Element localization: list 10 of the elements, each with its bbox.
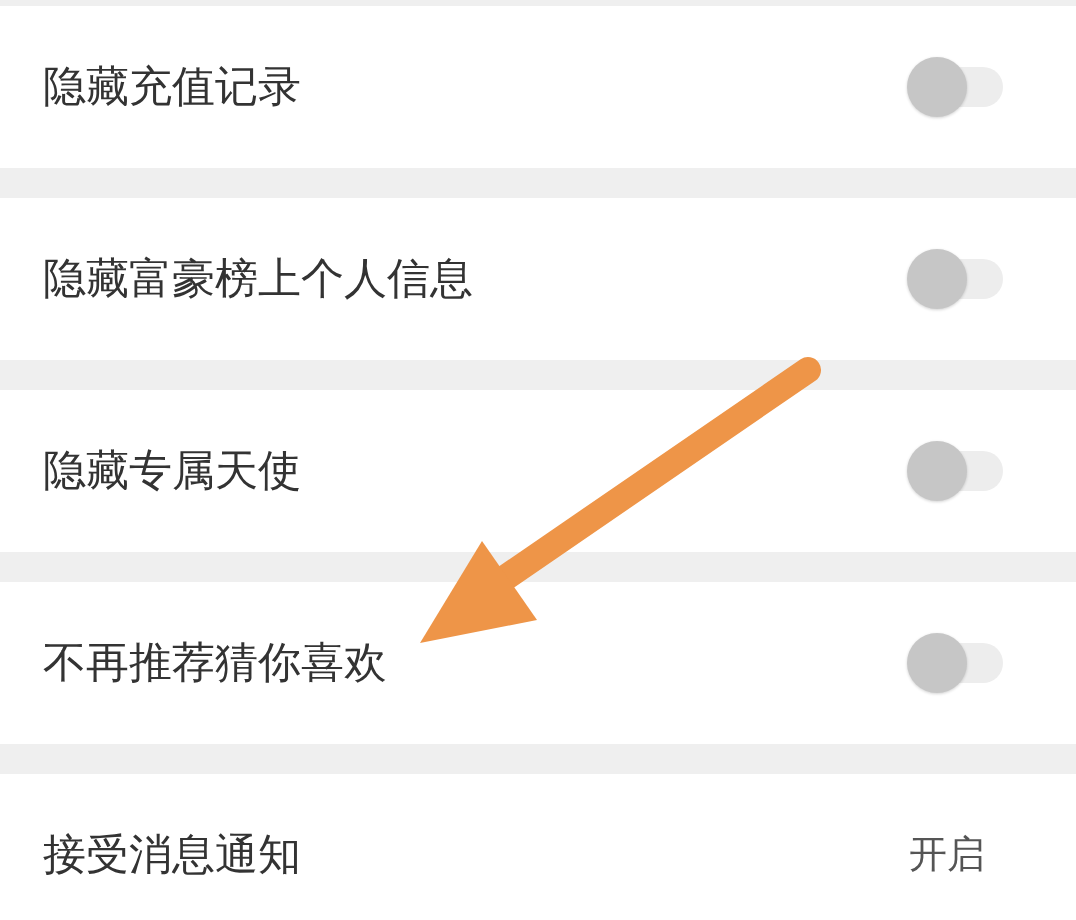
setting-label: 隐藏充值记录	[43, 61, 301, 113]
toggle-switch[interactable]	[907, 440, 1003, 502]
setting-value: 开启	[909, 832, 985, 878]
setting-label: 隐藏富豪榜上个人信息	[43, 253, 473, 305]
setting-label: 不再推荐猜你喜欢	[43, 637, 387, 689]
toggle-switch[interactable]	[907, 56, 1003, 118]
toggle-switch[interactable]	[907, 248, 1003, 310]
setting-label: 隐藏专属天使	[43, 445, 301, 497]
setting-label: 接受消息通知	[43, 829, 301, 881]
toggle-switch[interactable]	[907, 632, 1003, 694]
